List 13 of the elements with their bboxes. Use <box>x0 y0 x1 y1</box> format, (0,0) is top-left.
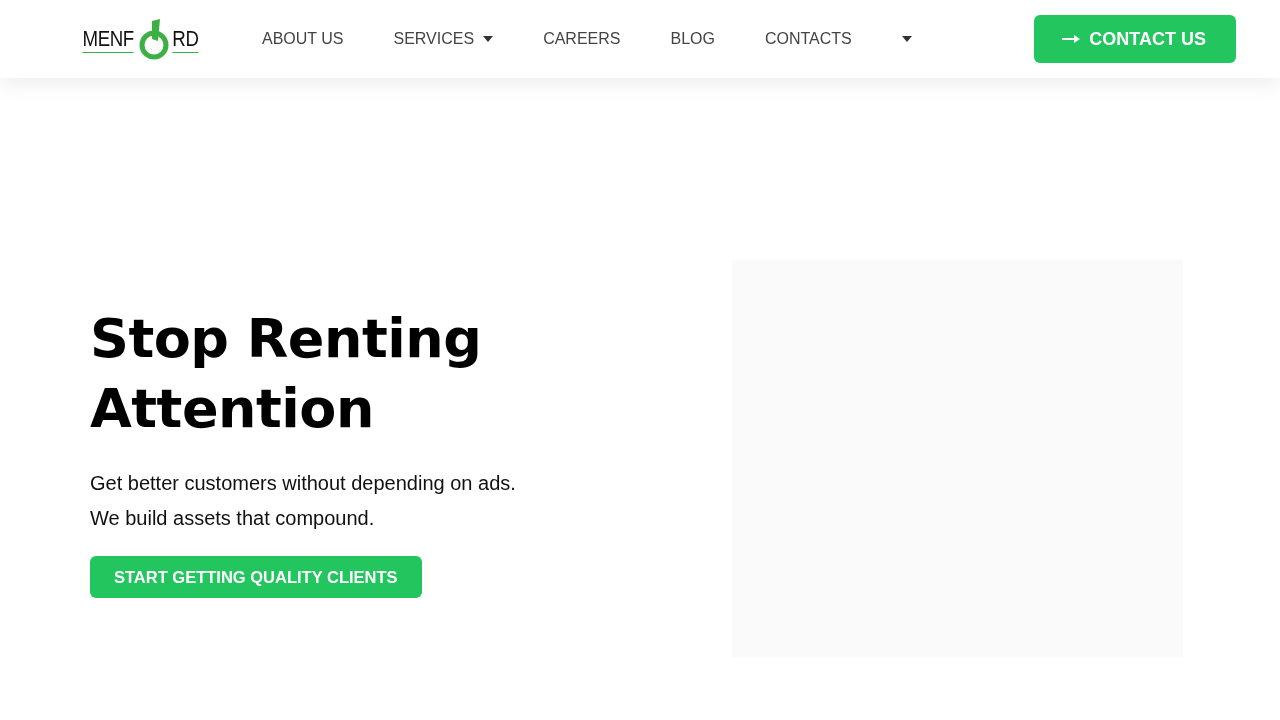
arrow-right-icon <box>1062 34 1081 44</box>
nav-link[interactable]: SERVICES <box>393 30 494 48</box>
hero-text: We build assets that compound. <box>90 506 376 531</box>
hero-text: Get better customers without depending on ads. <box>90 471 517 496</box>
nav-link[interactable]: BLOG <box>670 30 715 48</box>
logo-text: RD <box>172 25 199 53</box>
nav-link[interactable]: CONTACTS <box>764 30 852 48</box>
logo-icon <box>138 17 171 61</box>
nav-link[interactable]: ABOUT US <box>262 30 344 48</box>
nav-link[interactable]: CAREERS <box>543 30 621 48</box>
dropdown-toggle[interactable] <box>901 36 912 42</box>
logo-text: MENF <box>82 25 134 53</box>
hero-title: Stop Renting Attention <box>90 306 483 442</box>
